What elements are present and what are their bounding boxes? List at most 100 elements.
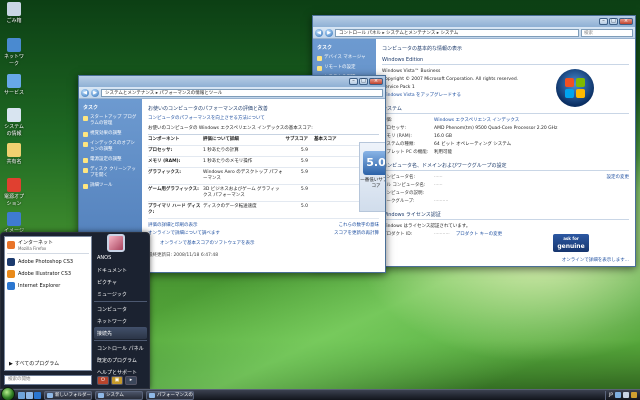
- avatar[interactable]: [107, 234, 125, 252]
- share-icon: [7, 143, 21, 157]
- start-menu[interactable]: インターネット Mozilla Firefox Adobe Photoshop C…: [0, 232, 150, 389]
- desktop-icon-recycle-bin[interactable]: ごみ箱: [2, 2, 26, 24]
- desktop-icon-network[interactable]: ネットワーク: [2, 38, 26, 67]
- back-icon[interactable]: ◀: [81, 88, 89, 97]
- start-item-firefox[interactable]: インターネット Mozilla Firefox: [7, 239, 89, 251]
- system-titlebar[interactable]: – □ ×: [313, 16, 635, 27]
- maximize-button[interactable]: □: [359, 78, 368, 85]
- task-power-settings[interactable]: 電源設定の調整: [83, 157, 138, 163]
- improve-performance-link[interactable]: コンピュータのパフォーマンスを向上させる方法について: [148, 115, 379, 121]
- start-search-input[interactable]: 検索の開始: [4, 375, 92, 385]
- start-place-computer[interactable]: コンピュータ: [94, 303, 147, 315]
- learn-online-link[interactable]: オンラインで詳細について調べます: [148, 231, 220, 237]
- desktop-icon-services[interactable]: サービス: [2, 74, 26, 96]
- arrow-right-icon: ▶: [9, 360, 13, 367]
- last-updated: 最終更新日: 2008/11/18 6:47:48: [148, 253, 219, 258]
- taskbar-task[interactable]: システム: [95, 390, 143, 400]
- language-indicator[interactable]: JP: [609, 393, 613, 398]
- back-icon[interactable]: ◀: [315, 28, 323, 37]
- photoshop-icon: [7, 258, 15, 266]
- base-score-badge: 5.0: [363, 151, 385, 175]
- task-disk-cleanup[interactable]: ディスク クリーンアップを開く: [83, 167, 138, 179]
- forward-icon[interactable]: ▶: [91, 88, 99, 97]
- close-button[interactable]: ×: [619, 18, 633, 25]
- system-tray: JP: [604, 390, 640, 400]
- shield-icon: [317, 66, 322, 71]
- minimize-button[interactable]: –: [599, 18, 608, 25]
- start-button[interactable]: [1, 386, 15, 400]
- ie-icon[interactable]: [34, 391, 41, 399]
- task-index-options[interactable]: インデックスのオプションの調整: [83, 141, 138, 153]
- quick-launch: [18, 391, 41, 399]
- address-input[interactable]: コントロール パネル ▸ システムとメンテナンス ▸ システム: [335, 28, 579, 37]
- address-input[interactable]: システムとメンテナンス ▸ パフォーマンスの情報とツール: [101, 88, 383, 97]
- print-details-link[interactable]: 評価の詳細と印刷の表示: [148, 223, 198, 229]
- task-icon: [83, 184, 88, 189]
- windows-logo-icon: [556, 69, 594, 107]
- illustrator-icon: [7, 270, 15, 278]
- performance-titlebar[interactable]: – □ ×: [79, 76, 385, 87]
- offers-link[interactable]: オンラインで基本スコアのソフトウェアを表示: [160, 241, 255, 247]
- task-startup-programs[interactable]: スタートアップ プログラムの管理: [83, 115, 138, 127]
- start-place-connect-to[interactable]: 接続先: [94, 327, 147, 339]
- start-menu-places: ANOS ドキュメント ピクチャ ミュージック コンピュータ ネットワーク 接続…: [94, 234, 147, 376]
- switch-windows-icon[interactable]: [26, 391, 33, 399]
- search-input[interactable]: 検索: [581, 28, 633, 37]
- minimize-button[interactable]: –: [349, 78, 358, 85]
- security-icon[interactable]: [631, 392, 637, 398]
- task-icon: [83, 142, 88, 147]
- change-settings-link[interactable]: 設定の変更: [607, 175, 630, 181]
- table-row: メモリ (RAM): 1 秒あたりのメモリ操作 5.9: [148, 157, 379, 168]
- shield-icon: [317, 56, 322, 61]
- start-place-user[interactable]: ANOS: [94, 252, 147, 264]
- taskbar: 新しいフォルダー - Mozil... システム パフォーマンスの情... JP: [0, 386, 640, 400]
- start-item-illustrator[interactable]: Adobe Illustrator CS3: [7, 268, 89, 280]
- change-product-key-link[interactable]: プロダクト キーの変更: [456, 232, 502, 238]
- task-advanced-tools[interactable]: 詳細ツール: [83, 183, 138, 189]
- show-desktop-icon[interactable]: [18, 391, 25, 399]
- page-title: コンピュータの基本的な情報の表示: [382, 46, 463, 52]
- refresh-score-link[interactable]: スコアを更新の再計算: [334, 231, 379, 237]
- task-device-manager[interactable]: デバイス マネージャ: [317, 55, 372, 61]
- maximize-button[interactable]: □: [609, 18, 618, 25]
- internet-explorer-icon: [7, 282, 15, 290]
- firefox-icon: [7, 241, 15, 249]
- start-place-control-panel[interactable]: コントロール パネル: [94, 342, 147, 354]
- start-place-default-programs[interactable]: 既定のプログラム: [94, 354, 147, 366]
- online-details-link[interactable]: オンラインで詳細を表示します...: [562, 257, 629, 263]
- close-button[interactable]: ×: [369, 78, 383, 85]
- task-icon: [83, 132, 88, 137]
- start-place-music[interactable]: ミュージック: [94, 288, 147, 300]
- taskbar-task[interactable]: パフォーマンスの情...: [146, 390, 194, 400]
- performance-main-pane: お使いのコンピュータのパフォーマンスの評価と改善 コンピュータのパフォーマンスを…: [142, 99, 385, 272]
- task-remote-settings[interactable]: リモートの設定: [317, 65, 372, 71]
- meaning-link[interactable]: これらの数字の意味: [339, 223, 380, 229]
- taskbar-task[interactable]: 新しいフォルダー - Mozil...: [44, 390, 92, 400]
- start-place-documents[interactable]: ドキュメント: [94, 264, 147, 276]
- start-place-pictures[interactable]: ピクチャ: [94, 276, 147, 288]
- table-row: プロセッサ: 1 秒あたりの計算 5.9: [148, 146, 379, 157]
- volume-icon[interactable]: [623, 392, 629, 398]
- base-score-box: 5.0 一番低いサブスコア: [359, 142, 385, 212]
- start-item-photoshop[interactable]: Adobe Photoshop CS3: [7, 256, 89, 268]
- table-row: ゲーム用グラフィックス: 3D ビジネスおよびゲーム グラフィックス パフォーマン…: [148, 185, 379, 202]
- desktop-icon-system-info[interactable]: システムの情報: [2, 108, 26, 137]
- task-icon: [83, 168, 88, 173]
- desktop-icon-share[interactable]: 共有名: [2, 143, 26, 165]
- page-title: お使いのコンピュータのパフォーマンスの評価と改善: [148, 106, 268, 112]
- experience-index-link[interactable]: Windows エクスペリエンス インデックス: [434, 118, 519, 124]
- task-visual-effects[interactable]: 視覚効果の調整: [83, 131, 138, 137]
- start-item-ie[interactable]: Internet Explorer: [7, 280, 89, 292]
- all-programs-button[interactable]: ▶ すべてのプログラム: [9, 360, 59, 368]
- power-controls: ⏻ ▣ ▸: [97, 376, 137, 385]
- forward-icon[interactable]: ▶: [325, 28, 333, 37]
- power-icon[interactable]: ⏻: [97, 376, 109, 385]
- start-place-network[interactable]: ネットワーク: [94, 315, 147, 327]
- desktop-icon-image[interactable]: イメージ: [2, 212, 26, 234]
- lock-icon[interactable]: ▣: [111, 376, 123, 385]
- network-tray-icon[interactable]: [615, 392, 621, 398]
- table-row: プライマリ ハード ディスク: ディスクのデータ転送速度 5.0: [148, 202, 379, 219]
- desktop-icon-power[interactable]: 電源オプション: [2, 178, 26, 207]
- start-menu-programs: インターネット Mozilla Firefox Adobe Photoshop C…: [4, 236, 92, 371]
- chevron-right-icon[interactable]: ▸: [125, 376, 137, 385]
